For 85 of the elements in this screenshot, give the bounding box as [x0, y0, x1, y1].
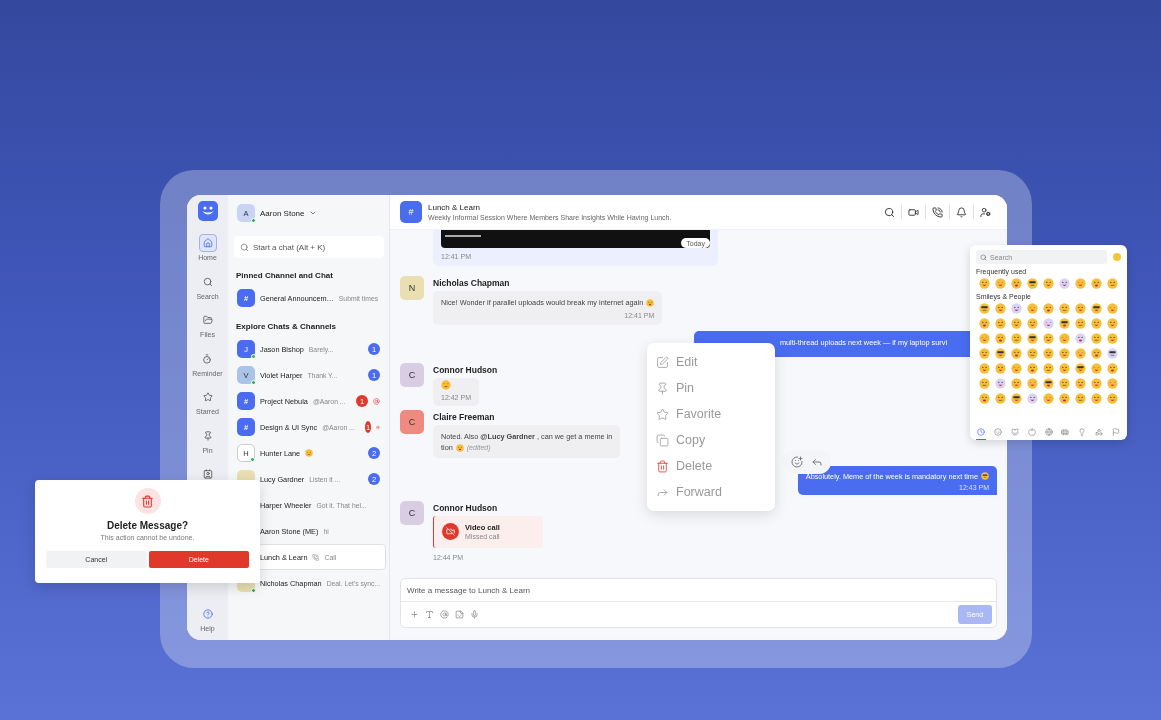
pin-icon — [202, 430, 213, 441]
emoji-icon[interactable] — [1059, 318, 1071, 329]
video-camera-icon — [908, 206, 919, 218]
chat-search-field[interactable]: Start a chat (Alt + K) — [234, 236, 384, 258]
emoji-icon[interactable] — [1026, 278, 1038, 289]
bell-icon — [956, 206, 967, 218]
emoji-icon[interactable] — [1091, 303, 1103, 314]
message-input[interactable]: Write a message to Lunch & Learn — [407, 585, 990, 595]
phone-icon — [312, 553, 320, 561]
emoji-icon[interactable] — [1043, 303, 1054, 314]
add-button[interactable] — [409, 609, 420, 620]
emoji-icon[interactable] — [978, 393, 990, 404]
user-name[interactable]: Aaron Stone — [260, 208, 305, 218]
emoji-icon — [981, 472, 989, 481]
channel-name: Lunch & Learn — [428, 203, 482, 212]
reply-icon[interactable] — [811, 456, 823, 468]
mention-icon — [376, 423, 380, 431]
search-icon — [202, 276, 213, 287]
add-reaction-icon[interactable] — [791, 456, 803, 468]
menu-item[interactable]: Copy — [656, 428, 766, 452]
emoji-icon[interactable] — [994, 333, 1006, 344]
menu-item[interactable]: Favorite — [656, 402, 766, 426]
trash-icon — [134, 488, 161, 514]
emoji-icon[interactable] — [1059, 393, 1071, 404]
author-name: Nicholas Chapman — [433, 278, 511, 288]
star-icon — [656, 407, 669, 421]
microphone-button[interactable] — [469, 609, 480, 620]
app-logo[interactable] — [197, 201, 218, 221]
emoji-icon[interactable] — [1091, 348, 1103, 359]
menu-item[interactable]: Delete — [656, 454, 766, 478]
menu-item[interactable]: Forward — [656, 480, 766, 504]
emoji-icon[interactable] — [1075, 363, 1087, 374]
message-field[interactable]: Write a message to Lunch & Learn — [401, 579, 996, 602]
author-name: Connor Hudson — [433, 365, 498, 376]
avatar: N — [400, 276, 424, 300]
emoji-icon[interactable] — [978, 318, 990, 329]
emoji-icon[interactable] — [1010, 278, 1022, 289]
edit-icon — [656, 355, 669, 369]
menu-item[interactable]: Pin — [656, 376, 766, 400]
star-icon — [202, 392, 213, 402]
emoji-icon[interactable] — [978, 303, 990, 314]
text-format-button[interactable] — [424, 609, 435, 620]
contact-card-icon — [202, 469, 213, 479]
sticker-button[interactable] — [454, 609, 465, 620]
emoji-icon — [646, 299, 655, 308]
emoji-icon[interactable] — [1091, 278, 1103, 289]
emoji-icon — [441, 380, 451, 391]
chat-search-input[interactable]: Start a chat (Alt + K) — [253, 242, 373, 252]
avatar: C — [400, 500, 424, 525]
emoji-icon — [455, 444, 464, 453]
emoji-icon[interactable] — [1107, 363, 1119, 374]
copy-icon — [656, 433, 669, 447]
emoji-icon[interactable] — [1026, 333, 1038, 344]
avatar: C — [400, 363, 424, 388]
emoji-icon — [305, 449, 314, 457]
user-settings-icon — [980, 206, 991, 218]
phone-icon — [932, 206, 943, 218]
search-icon — [240, 242, 249, 252]
pin-icon — [656, 381, 669, 395]
author-name: Claire Freeman — [433, 411, 496, 422]
home-icon — [202, 238, 213, 248]
section-title: Pinned Channel and Chat — [235, 270, 334, 282]
mention-button[interactable] — [439, 609, 450, 620]
trash-icon — [656, 459, 669, 473]
chevron-down-icon[interactable] — [309, 209, 318, 217]
emoji-icon[interactable] — [994, 348, 1006, 359]
section-title: Explore Chats & Channels — [235, 321, 338, 333]
emoji-icon[interactable] — [1107, 348, 1119, 359]
timer-icon — [202, 353, 213, 364]
emoji-icon[interactable] — [1010, 348, 1022, 359]
emoji-icon[interactable] — [1043, 378, 1054, 389]
menu-item[interactable]: Edit — [656, 350, 766, 374]
avatar: C — [400, 409, 424, 434]
emoji-icon[interactable] — [1010, 393, 1022, 404]
folder-icon — [202, 315, 213, 325]
channel-avatar: # — [400, 201, 422, 223]
dialog-title: Delete Message? — [106, 520, 189, 531]
clock-tab[interactable] — [976, 427, 986, 440]
emoji-icon[interactable] — [1026, 363, 1038, 374]
mention-icon — [373, 397, 380, 405]
video-off-icon — [442, 523, 459, 541]
author-name: Connor Hudson — [433, 502, 499, 513]
help-icon — [202, 609, 213, 619]
search-icon — [980, 253, 987, 261]
search-icon — [884, 206, 895, 218]
